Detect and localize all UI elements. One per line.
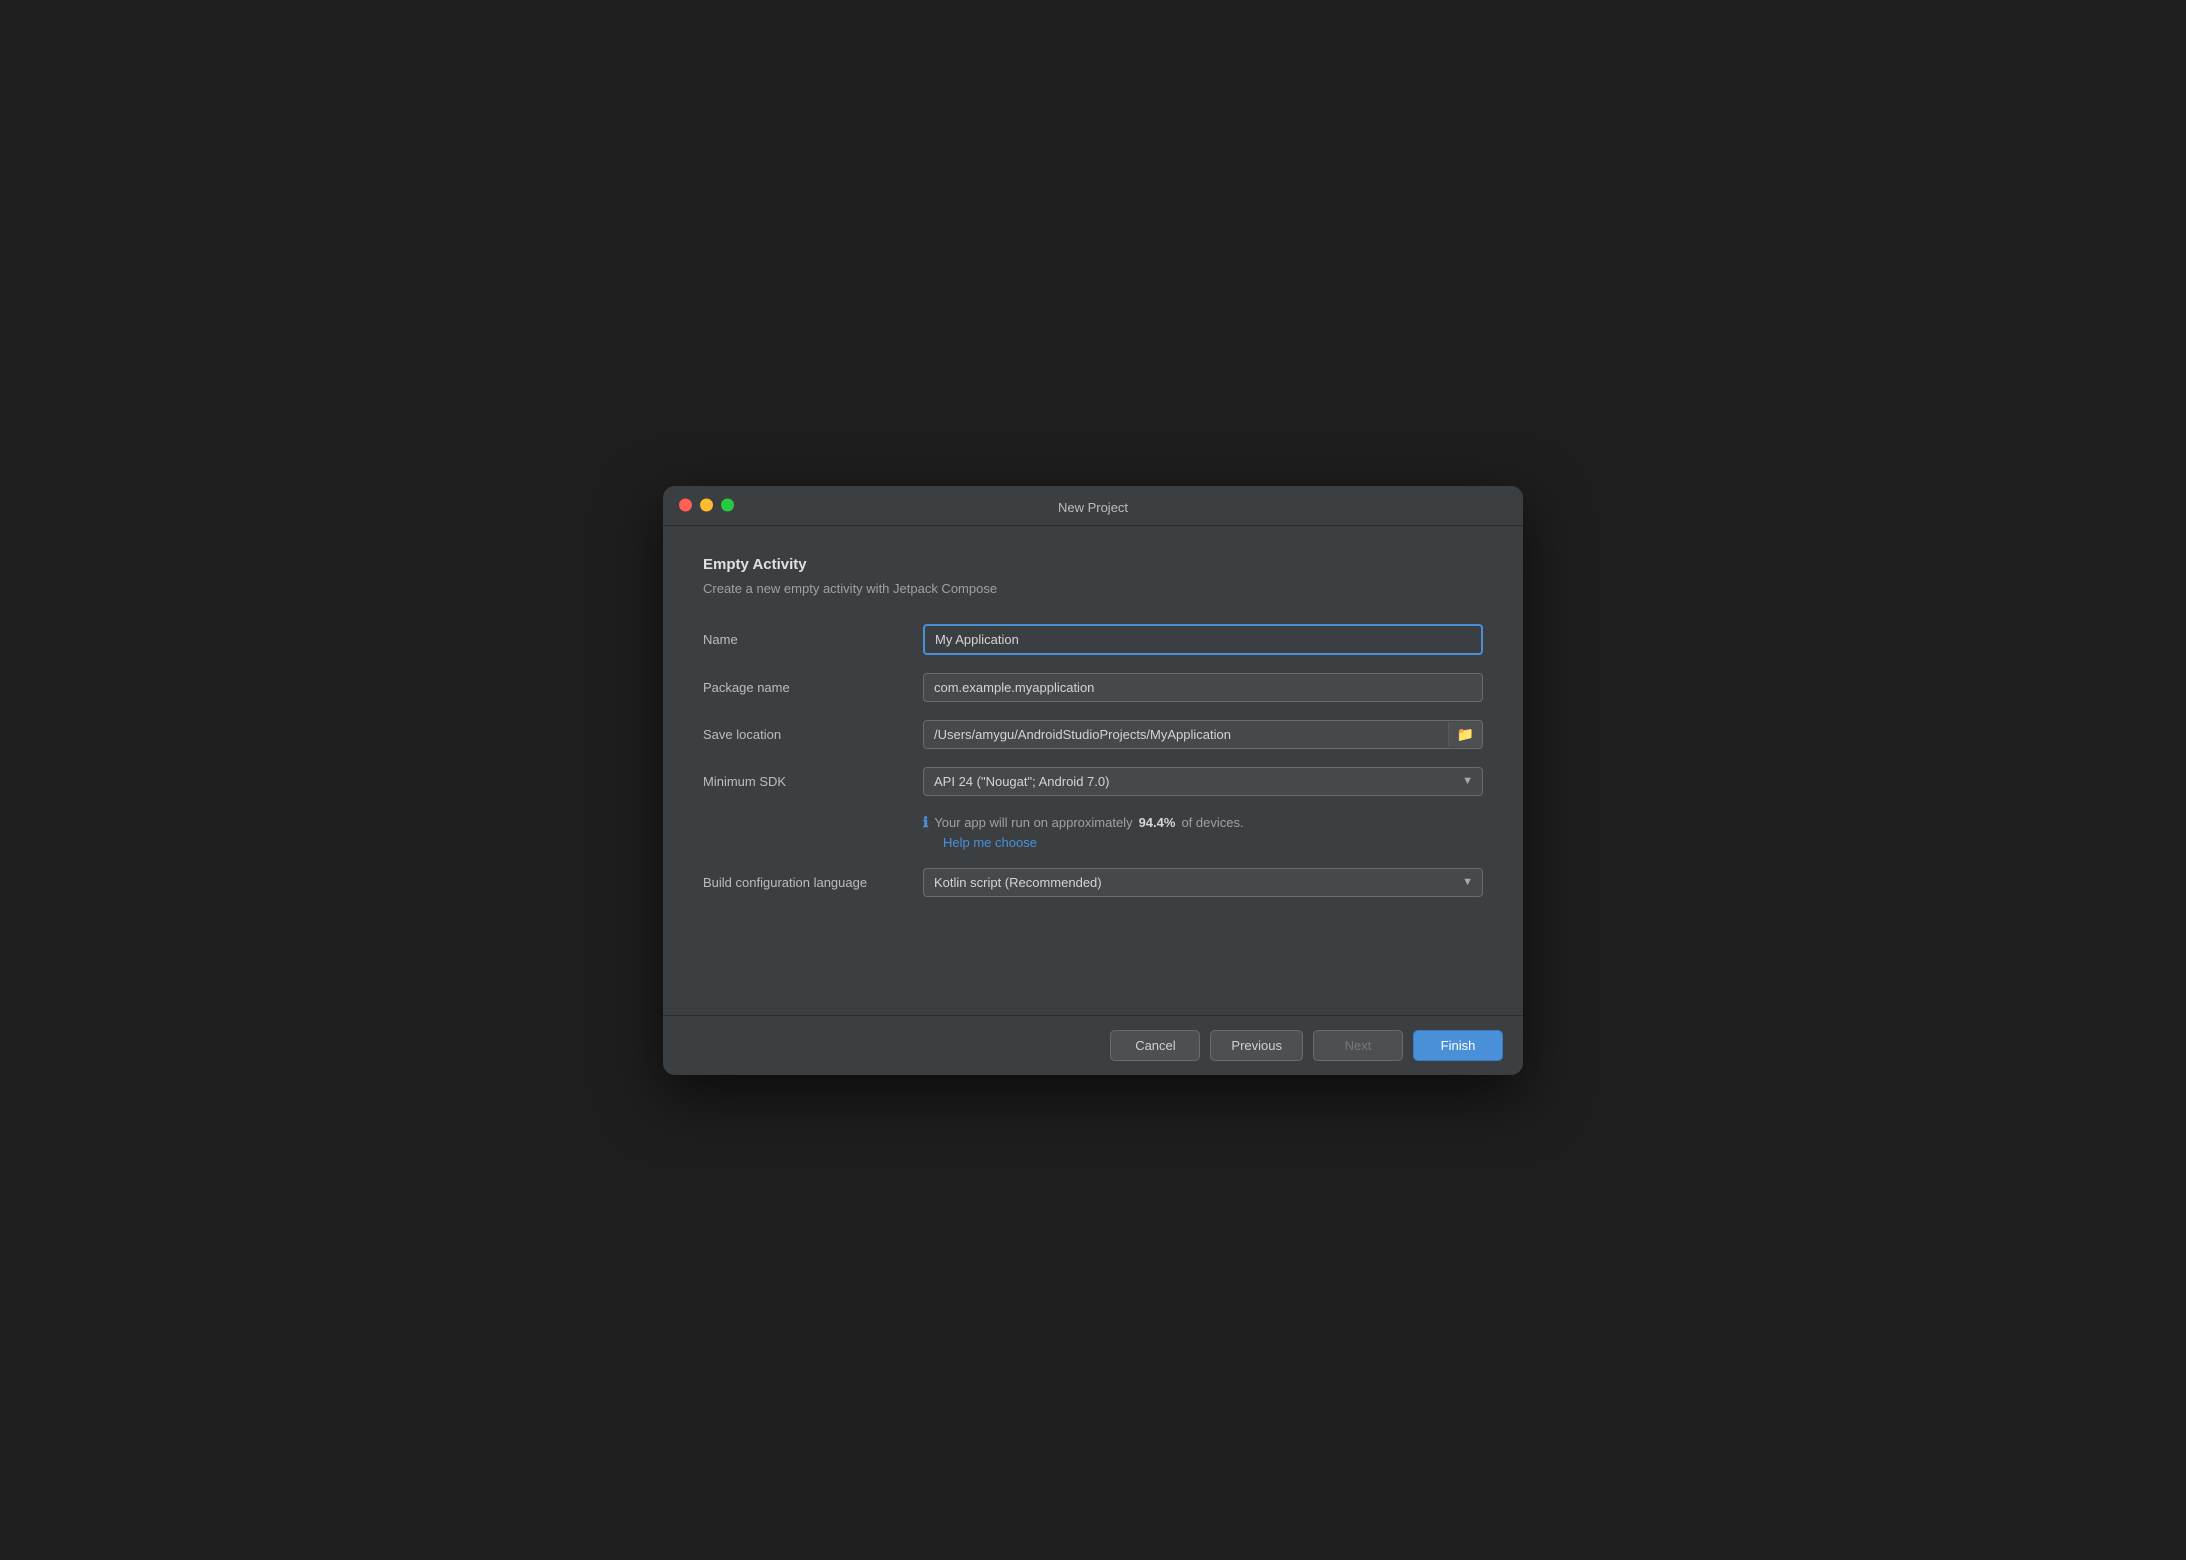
finish-button[interactable]: Finish [1413,1030,1503,1061]
save-location-wrapper: 📁 [923,720,1483,749]
section-subtitle: Create a new empty activity with Jetpack… [703,581,1483,596]
sdk-info-prefix: Your app will run on approximately [934,815,1132,830]
dialog-footer: Cancel Previous Next Finish [663,1015,1523,1075]
minimum-sdk-select-wrapper: API 24 ("Nougat"; Android 7.0) API 21 ("… [923,767,1483,796]
package-name-row: Package name [703,673,1483,702]
name-label: Name [703,632,923,647]
sdk-percentage: 94.4% [1139,815,1176,830]
info-icon: ℹ [923,814,928,831]
package-name-input[interactable] [923,673,1483,702]
minimum-sdk-select[interactable]: API 24 ("Nougat"; Android 7.0) API 21 ("… [923,767,1483,796]
maximize-button[interactable] [721,499,734,512]
build-config-row: Build configuration language Kotlin scri… [703,868,1483,897]
save-location-input[interactable] [924,721,1448,748]
save-location-row: Save location 📁 [703,720,1483,749]
dialog-body: Empty Activity Create a new empty activi… [663,526,1523,935]
window-title: New Project [1058,500,1128,515]
name-row: Name [703,624,1483,655]
cancel-button[interactable]: Cancel [1110,1030,1200,1061]
previous-button[interactable]: Previous [1210,1030,1303,1061]
minimize-button[interactable] [700,499,713,512]
title-bar: New Project [663,486,1523,526]
save-location-label: Save location [703,727,923,742]
name-input[interactable] [923,624,1483,655]
close-button[interactable] [679,499,692,512]
sdk-info-text: ℹ Your app will run on approximately 94.… [923,814,1483,831]
next-button[interactable]: Next [1313,1030,1403,1061]
sdk-info-suffix: of devices. [1181,815,1243,830]
minimum-sdk-row: Minimum SDK API 24 ("Nougat"; Android 7.… [703,767,1483,796]
sdk-info: ℹ Your app will run on approximately 94.… [923,814,1483,850]
traffic-lights [679,499,734,512]
browse-folder-button[interactable]: 📁 [1448,722,1482,747]
package-name-label: Package name [703,680,923,695]
build-config-select-wrapper: Kotlin script (Recommended) Groovy DSL ▼ [923,868,1483,897]
minimum-sdk-label: Minimum SDK [703,774,923,789]
build-config-label: Build configuration language [703,875,923,890]
new-project-dialog: New Project Empty Activity Create a new … [663,486,1523,1075]
build-config-select[interactable]: Kotlin script (Recommended) Groovy DSL [923,868,1483,897]
section-title: Empty Activity [703,556,1483,573]
help-me-choose-link[interactable]: Help me choose [943,835,1483,850]
folder-icon: 📁 [1457,726,1474,743]
